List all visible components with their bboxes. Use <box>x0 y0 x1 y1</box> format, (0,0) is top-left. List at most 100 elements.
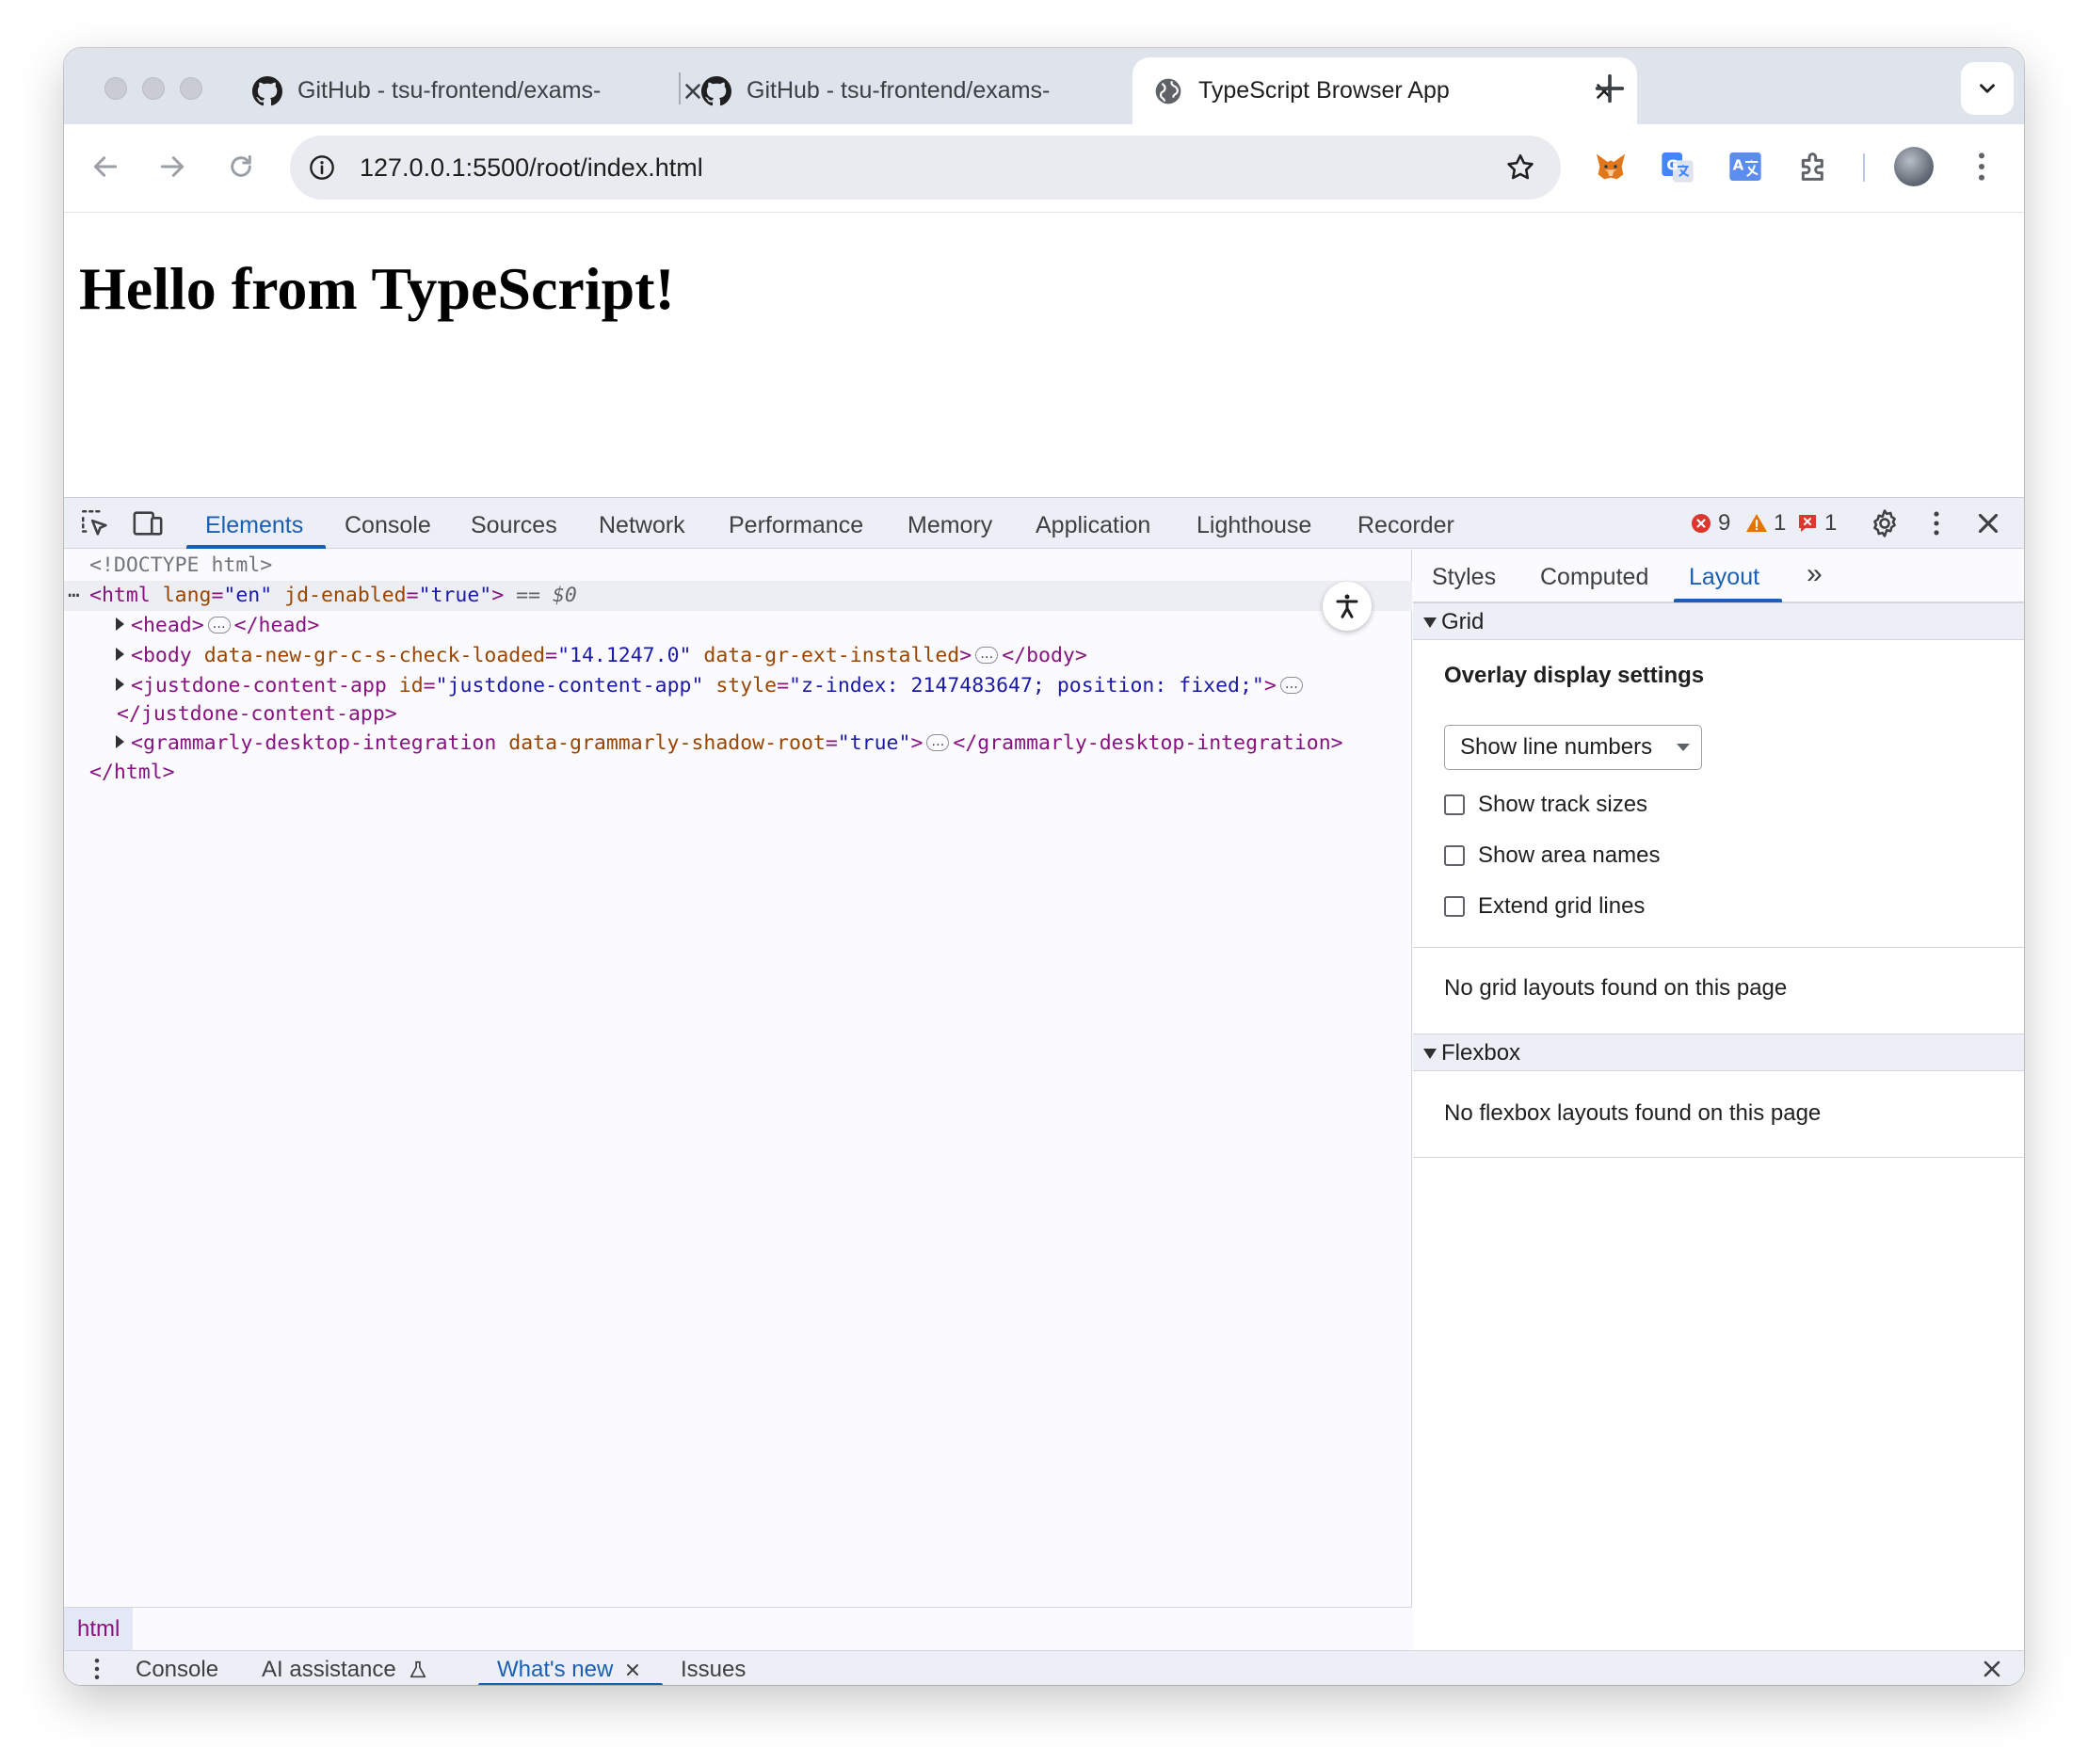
tag-head-close: </head> <box>233 614 320 637</box>
dom-node-head[interactable]: <head> </head> <box>116 609 320 641</box>
accessibility-icon <box>1336 594 1358 618</box>
back-button[interactable] <box>85 146 126 187</box>
attr-value: "true" <box>418 584 492 607</box>
expand-triangle-icon[interactable] <box>116 678 124 691</box>
checkbox-label: Extend grid lines <box>1478 893 1646 919</box>
address-bar[interactable]: 127.0.0.1:5500/root/index.html <box>290 136 1561 200</box>
devtools-tab-console[interactable]: Console <box>345 498 431 549</box>
checkbox[interactable] <box>1444 794 1465 815</box>
close-drawer-icon[interactable] <box>1979 1656 2005 1682</box>
breadcrumb-item-html[interactable]: html <box>64 1608 134 1651</box>
tab-search-button[interactable] <box>1961 62 2014 115</box>
selected-node-marker: == $0 <box>504 584 577 607</box>
close-icon[interactable] <box>623 1660 642 1679</box>
dom-node-body[interactable]: <body data-new-gr-c-s-check-loaded="14.1… <box>116 639 1087 671</box>
attr-value: "en" <box>223 584 273 607</box>
line-numbers-select[interactable]: Show line numbers <box>1444 725 1702 770</box>
gear-icon[interactable] <box>1869 507 1901 539</box>
metamask-fox-icon[interactable] <box>1592 148 1630 185</box>
devtools-tab-elements[interactable]: Elements <box>205 498 303 549</box>
collapsed-children-icon[interactable] <box>975 639 999 669</box>
grid-section-header[interactable]: Grid <box>1413 602 2024 640</box>
error-icon <box>1692 514 1711 533</box>
warning-count-badge[interactable]: 1 <box>1745 509 1786 537</box>
expand-triangle-icon[interactable] <box>116 617 124 631</box>
devtools-tab-application[interactable]: Application <box>1036 498 1150 549</box>
site-info-icon[interactable] <box>309 154 335 181</box>
window-minimize-button[interactable] <box>142 77 165 100</box>
close-devtools-icon[interactable] <box>1972 507 2004 539</box>
attr-value: "z-index: 2147483647; position: fixed;" <box>789 674 1264 698</box>
devtools-tab-performance[interactable]: Performance <box>729 498 863 549</box>
browser-tab-1[interactable]: GitHub - tsu-frontend/exams- <box>232 57 726 124</box>
window-close-button[interactable] <box>104 77 127 100</box>
drawer-tab-whats-new[interactable]: What's new <box>497 1651 642 1685</box>
browser-tab-2[interactable]: GitHub - tsu-frontend/exams- <box>681 57 1175 124</box>
flexbox-section-title: Flexbox <box>1441 1040 1521 1066</box>
more-tabs-chevron-icon[interactable]: » <box>1807 550 1823 602</box>
drawer-tab-issues[interactable]: Issues <box>681 1651 746 1685</box>
more-vert-icon[interactable] <box>1963 148 2000 185</box>
expand-triangle-icon[interactable] <box>116 735 124 748</box>
window-zoom-button[interactable] <box>180 77 202 100</box>
device-toolbar-icon[interactable] <box>132 507 164 539</box>
sidebar-tab-styles[interactable]: Styles <box>1432 550 1496 602</box>
collapsed-children-icon[interactable] <box>926 727 950 757</box>
tag-gt: > <box>1263 674 1277 698</box>
devtools-tabbar: Elements Console Sources Network Perform… <box>64 498 2024 549</box>
sidebar-tab-computed[interactable]: Computed <box>1540 550 1648 602</box>
issues-count-badge[interactable]: 1 <box>1796 509 1837 537</box>
profile-avatar[interactable] <box>1894 147 1934 186</box>
checkbox[interactable] <box>1444 896 1465 917</box>
warning-icon <box>1746 514 1767 532</box>
expand-triangle-icon[interactable] <box>116 648 124 661</box>
sidebar-tab-layout[interactable]: Layout <box>1689 550 1759 602</box>
google-translate-icon[interactable]: G <box>1659 148 1696 185</box>
url-text[interactable]: 127.0.0.1:5500/root/index.html <box>360 136 703 200</box>
more-vert-icon[interactable] <box>1920 507 1952 539</box>
checkbox-area-names[interactable]: Show area names <box>1444 840 1660 872</box>
checkbox-track-sizes[interactable]: Show track sizes <box>1444 789 1647 821</box>
dom-node-html-selected[interactable]: ⋯ <html lang="en" jd-enabled="true"> == $… <box>64 581 1412 611</box>
checkbox-extend-lines[interactable]: Extend grid lines <box>1444 890 1645 922</box>
toolbar-divider <box>1863 153 1865 182</box>
dom-node-grammarly[interactable]: <grammarly-desktop-integration data-gram… <box>116 727 1343 759</box>
forward-button[interactable] <box>152 146 193 187</box>
drawer-tab-console[interactable]: Console <box>136 1651 218 1685</box>
new-tab-plus-icon[interactable] <box>1591 70 1629 107</box>
devtools-tab-recorder[interactable]: Recorder <box>1357 498 1454 549</box>
dom-node-justdone-close[interactable]: </justdone-content-app> <box>117 699 397 730</box>
checkbox[interactable] <box>1444 845 1465 866</box>
devtools-tab-sources[interactable]: Sources <box>471 498 557 549</box>
devtools-tab-memory[interactable]: Memory <box>907 498 992 549</box>
devtools-tab-lighthouse[interactable]: Lighthouse <box>1197 498 1311 549</box>
doctype-node[interactable]: <!DOCTYPE html> <box>89 551 272 581</box>
collapsed-children-icon[interactable] <box>207 609 231 639</box>
dom-node-html-close[interactable]: </html> <box>89 758 175 788</box>
drawer-tab-ai-assistance[interactable]: AI assistance <box>262 1651 428 1685</box>
error-count-badge[interactable]: 9 <box>1690 509 1730 537</box>
browser-tab-active[interactable]: TypeScript Browser App <box>1132 57 1637 124</box>
accessibility-tree-button[interactable] <box>1323 582 1372 631</box>
flexbox-section-header[interactable]: Flexbox <box>1413 1034 2024 1071</box>
tab-title: GitHub - tsu-frontend/exams- <box>297 77 602 104</box>
devtools-tab-network[interactable]: Network <box>599 498 685 549</box>
page-heading: Hello from TypeScript! <box>79 255 675 322</box>
puzzle-icon[interactable] <box>1795 148 1833 185</box>
bookmark-star-icon[interactable] <box>1504 152 1536 184</box>
grid-section-title: Grid <box>1441 609 1485 634</box>
svg-text:G: G <box>1666 156 1678 173</box>
translate-icon[interactable]: A <box>1727 148 1764 185</box>
github-icon <box>701 75 731 105</box>
breadcrumb: html <box>64 1607 1412 1651</box>
dropdown-caret-icon <box>1677 744 1690 751</box>
drawer-menu-icon[interactable] <box>83 1655 111 1683</box>
collapse-triangle-icon <box>1423 1049 1437 1059</box>
node-ellipsis-icon[interactable]: ⋯ <box>64 581 89 611</box>
inspect-element-icon[interactable] <box>79 507 111 539</box>
doctype-text: <!DOCTYPE html> <box>89 553 273 577</box>
reload-button[interactable] <box>220 146 262 187</box>
collapsed-children-icon[interactable] <box>1279 669 1303 699</box>
dom-node-justdone[interactable]: <justdone-content-app id="justdone-conte… <box>116 669 1307 701</box>
chevron-down-icon <box>1980 84 1995 93</box>
